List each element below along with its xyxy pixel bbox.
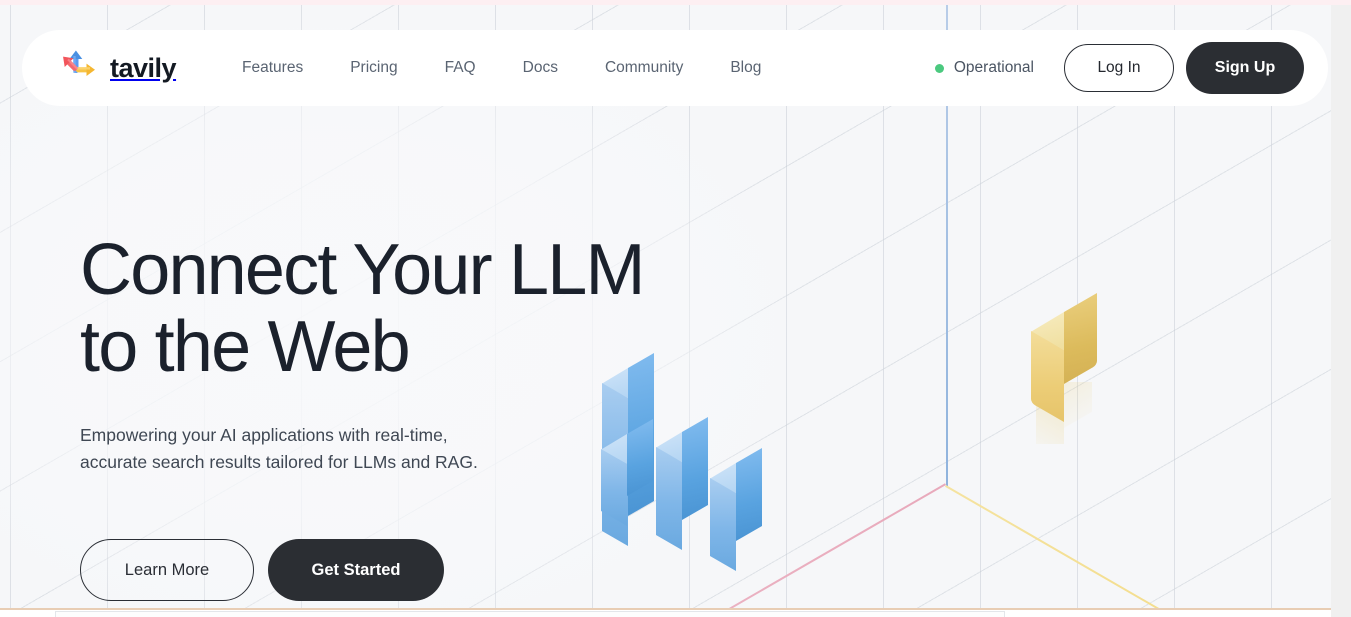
iso-block-left-face	[710, 478, 736, 572]
nav-link-pricing[interactable]: Pricing	[350, 59, 397, 77]
iso-block-right-face	[736, 447, 762, 541]
nav-link-community[interactable]: Community	[605, 59, 683, 77]
brand-logo-link[interactable]: tavily	[55, 46, 177, 90]
primary-navigation: Features Pricing FAQ Docs Community Blog	[242, 59, 761, 77]
page-bottom-divider	[0, 608, 1351, 610]
hero-section: Connect Your LLM to the Web Empowering y…	[80, 230, 645, 601]
learn-more-button[interactable]: Learn More	[80, 539, 254, 601]
axis-y-line	[945, 485, 1351, 617]
status-badge[interactable]: Operational	[934, 59, 1034, 77]
yellow-card	[1030, 292, 1110, 423]
login-button[interactable]: Log In	[1064, 44, 1174, 92]
header-actions: Operational Log In Sign Up	[934, 42, 1304, 94]
yellow-card-right-face	[1064, 292, 1097, 384]
status-dot-icon	[934, 63, 944, 73]
page-canvas: tavily Features Pricing FAQ Docs Communi…	[0, 0, 1351, 617]
nav-link-faq[interactable]: FAQ	[445, 59, 476, 77]
brand-name: tavily	[110, 52, 177, 83]
hero-subtitle: Empowering your AI applications with rea…	[80, 425, 478, 472]
page-bottom-panel	[55, 611, 1005, 617]
iso-block-3	[709, 447, 819, 603]
status-label: Operational	[953, 59, 1034, 76]
browser-top-strip	[0, 0, 1351, 5]
nav-link-docs[interactable]: Docs	[523, 59, 558, 77]
vertical-scrollbar[interactable]	[1331, 5, 1351, 617]
three-axis-arrows-icon	[55, 46, 99, 90]
hero-cta-group: Learn More Get Started	[80, 539, 644, 601]
get-started-button[interactable]: Get Started	[268, 539, 444, 601]
site-header: tavily Features Pricing FAQ Docs Communi…	[22, 30, 1328, 106]
signup-button[interactable]: Sign Up	[1186, 42, 1304, 94]
nav-link-blog[interactable]: Blog	[730, 59, 761, 77]
nav-link-features[interactable]: Features	[242, 59, 303, 77]
hero-title: Connect Your LLM to the Web	[80, 230, 645, 387]
